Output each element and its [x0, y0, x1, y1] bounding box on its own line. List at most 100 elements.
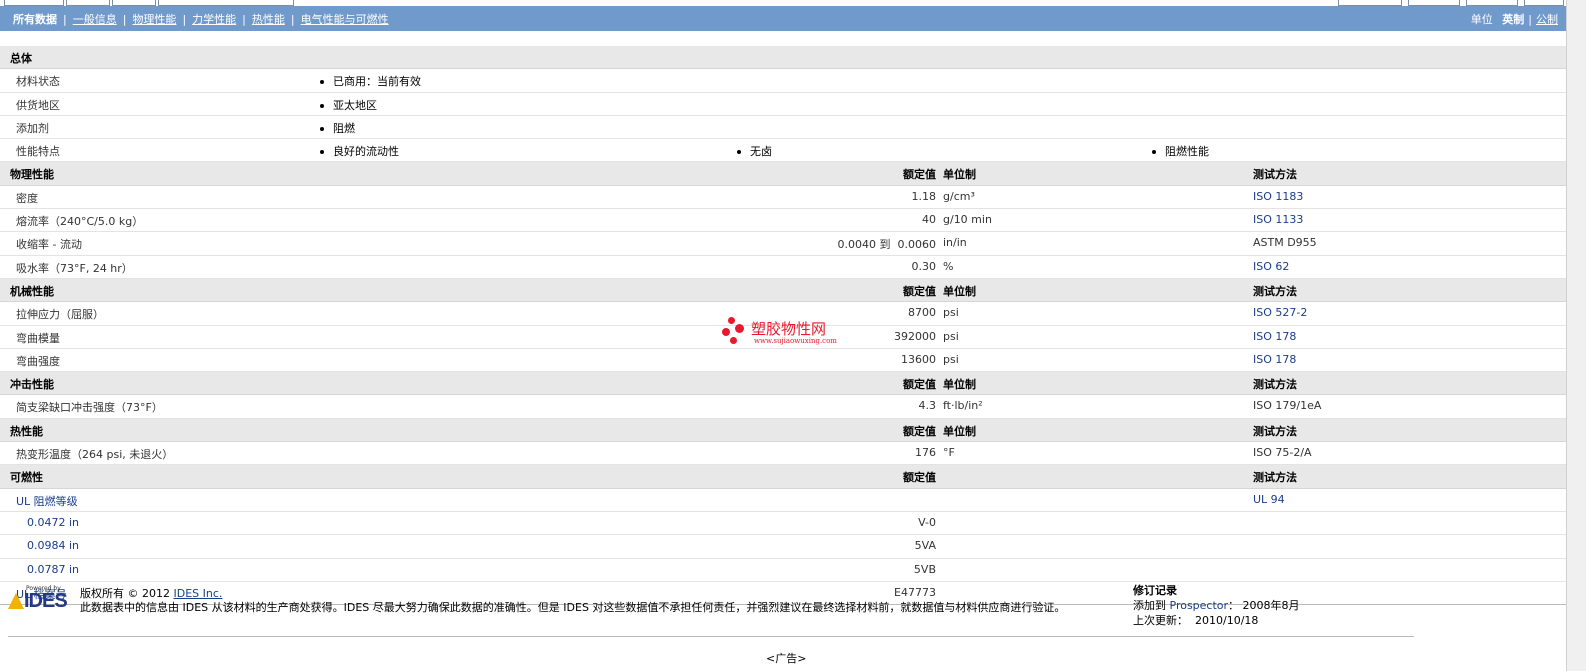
revision-title: 修订记录 — [1133, 584, 1177, 597]
revision-updated: 上次更新： 2010/10/18 — [1133, 614, 1259, 627]
property-unit: g/10 min — [943, 213, 992, 227]
property-label: 吸水率（73°F, 24 hr） — [16, 261, 133, 275]
column-header-value: 额定值 — [903, 424, 936, 438]
ad-label: <广告> — [766, 652, 807, 665]
ides-logo: Powered by IDES — [8, 585, 70, 612]
property-value: 392000 — [894, 329, 936, 343]
column-header-test: 测试方法 — [1253, 471, 1297, 485]
table-row: 材料状态 已商用：当前有效 — [0, 69, 1566, 93]
property-value: 4.3 — [918, 399, 937, 413]
property-value: 亚太地区 — [320, 97, 377, 113]
property-label: 密度 — [16, 191, 38, 205]
section-title: 热性能 — [10, 424, 43, 438]
test-method: ISO 62 — [1253, 259, 1290, 273]
section-nav: 所有数据 | 一般信息 | 物理性能 | 力学性能 | 热性能 | 电气性能与可燃性 — [13, 13, 389, 26]
property-value: 无卤 — [737, 143, 772, 159]
property-unit: °F — [943, 446, 955, 460]
property-unit: in/in — [943, 236, 967, 250]
ides-logo-icon — [8, 593, 24, 609]
table-row: 热变形温度（264 psi, 未退火） 176 °F ISO 75-2/A — [0, 442, 1566, 466]
units-imperial[interactable]: 英制 — [1502, 13, 1524, 26]
thickness-label: 0.0984 in — [27, 539, 80, 553]
property-value: 阻燃性能 — [1152, 143, 1209, 159]
nav-physical[interactable]: 物理性能 — [132, 13, 176, 26]
column-header-unit: 单位制 — [943, 424, 976, 438]
table-row: 收缩率 - 流动 0.0040 到 0.0060 in/in ASTM D955 — [0, 232, 1566, 256]
property-value: 已商用：当前有效 — [320, 73, 421, 89]
column-header-value: 额定值 — [903, 378, 936, 392]
bullet-icon — [320, 80, 324, 85]
property-label: 供货地区 — [16, 98, 60, 112]
table-row: 弯曲强度 13600 psi ISO 178 — [0, 349, 1566, 373]
section-header-thermal: 热性能 额定值 单位制 测试方法 — [0, 418, 1566, 443]
column-header-unit: 单位制 — [943, 168, 976, 182]
table-row: 密度 1.18 g/cm³ ISO 1183 — [0, 186, 1566, 210]
logo-text: IDES — [24, 590, 68, 612]
property-value: 13600 — [901, 352, 936, 366]
property-value: 5VA — [914, 539, 936, 553]
nav-general-info[interactable]: 一般信息 — [73, 13, 117, 26]
section-title: 物理性能 — [10, 168, 54, 182]
property-value: 40 — [922, 213, 936, 227]
property-value: V-0 — [918, 515, 936, 529]
property-label: 收缩率 - 流动 — [16, 238, 82, 252]
column-header-value: 额定值 — [903, 284, 936, 298]
column-header-test: 测试方法 — [1253, 424, 1297, 438]
section-header-physical: 物理性能 额定值 单位制 测试方法 — [0, 162, 1566, 186]
section-title: 可燃性 — [10, 471, 43, 485]
property-label: 拉伸应力（屈服） — [16, 308, 104, 322]
column-header-value: 额定值 — [903, 168, 936, 182]
property-label: 性能特点 — [16, 145, 60, 159]
test-method: ISO 178 — [1253, 329, 1297, 343]
nav-thermal[interactable]: 热性能 — [252, 13, 285, 26]
footer-divider — [8, 636, 1414, 637]
thickness-label: 0.0787 in — [27, 562, 80, 576]
column-header-test: 测试方法 — [1253, 378, 1297, 392]
bullet-icon — [320, 126, 324, 131]
section-title: 机械性能 — [10, 284, 54, 298]
thickness-label: 0.0472 in — [27, 515, 80, 529]
table-row: 性能特点 良好的流动性 无卤 阻燃性能 — [0, 139, 1566, 163]
vertical-scrollbar[interactable] — [1566, 0, 1586, 671]
nav-mechanical[interactable]: 力学性能 — [192, 13, 236, 26]
section-nav-bar: 所有数据 | 一般信息 | 物理性能 | 力学性能 | 热性能 | 电气性能与可燃性 单位 英制 | 公… — [0, 6, 1566, 31]
section-header-mechanical: 机械性能 额定值 单位制 测试方法 — [0, 278, 1566, 303]
property-value: 0.0040 到 0.0060 — [837, 238, 936, 252]
units-metric[interactable]: 公制 — [1536, 13, 1558, 26]
property-unit: psi — [943, 306, 959, 320]
property-value: 1.18 — [911, 189, 937, 203]
property-label: 材料状态 — [16, 75, 60, 89]
units-label: 单位 — [1470, 13, 1493, 26]
prospector-link[interactable]: Prospector — [1170, 599, 1229, 612]
revision-history: 修订记录 添加到 Prospector： 2008年8月 上次更新： 2010/… — [1133, 583, 1300, 628]
nav-all-data[interactable]: 所有数据 — [13, 13, 57, 26]
watermark-title: 塑胶物性网 — [751, 320, 827, 338]
column-header-test: 测试方法 — [1253, 284, 1297, 298]
bullet-icon — [320, 103, 324, 108]
test-method: ISO 178 — [1253, 352, 1297, 366]
property-label: UL 阻燃等级 — [16, 494, 78, 508]
bullet-icon — [320, 150, 324, 155]
property-label: 弯曲强度 — [16, 354, 60, 368]
property-label: 熔流率（240°C/5.0 kg） — [16, 215, 144, 229]
section-header-general: 总体 — [0, 46, 1566, 70]
property-value: 5VB — [913, 562, 936, 576]
bullet-icon — [1152, 150, 1156, 155]
property-unit: ft·lb/in² — [943, 399, 983, 413]
property-value: 8700 — [908, 306, 936, 320]
property-unit: psi — [943, 329, 959, 343]
footer: Powered by IDES 版权所有 © 2012 IDES Inc. 此数… — [0, 575, 1566, 671]
test-method: ISO 527-2 — [1253, 306, 1308, 320]
column-header-value: 额定值 — [903, 471, 936, 485]
property-unit: g/cm³ — [943, 189, 975, 203]
property-value: 良好的流动性 — [320, 143, 399, 159]
property-label: 热变形温度（264 psi, 未退火） — [16, 448, 174, 462]
table-row: 0.0472 in V-0 — [0, 512, 1566, 536]
bullet-icon — [737, 150, 741, 155]
nav-electrical-flammability[interactable]: 电气性能与可燃性 — [301, 13, 389, 26]
property-label: 添加剂 — [16, 121, 49, 135]
disclaimer: 此数据表中的信息由 IDES 从该材料的生产商处获得。IDES 尽最大努力确保此… — [80, 601, 1066, 614]
property-label: 弯曲模量 — [16, 331, 60, 345]
revision-added: 添加到 Prospector： 2008年8月 — [1133, 599, 1300, 612]
section-header-impact: 冲击性能 额定值 单位制 测试方法 — [0, 372, 1566, 396]
